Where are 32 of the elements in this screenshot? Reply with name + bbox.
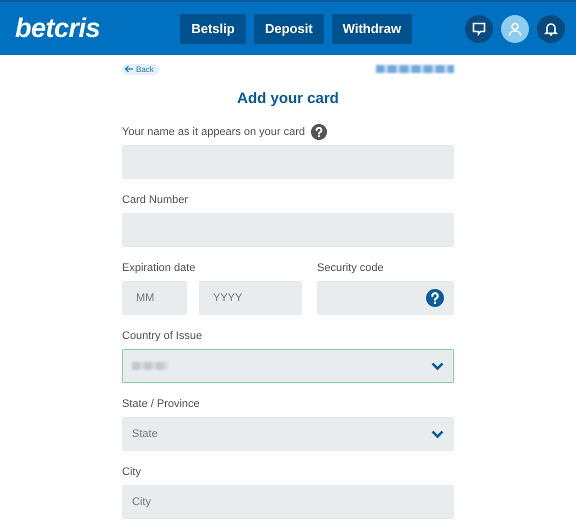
input-field[interactable] — [122, 145, 454, 179]
arrow-left-icon — [124, 65, 134, 73]
input-field[interactable]: YYYY — [199, 281, 302, 315]
logo[interactable]: betcris — [15, 13, 180, 44]
field-label: Your name as it appears on your card — [122, 126, 306, 138]
field-label: Card Number — [122, 194, 188, 206]
bell-icon — [544, 22, 558, 36]
field-label: Expiration date — [122, 262, 196, 274]
help-icon[interactable] — [426, 289, 444, 307]
input-field[interactable]: City — [122, 485, 454, 519]
field-label: Security code — [317, 262, 384, 274]
field-label: State / Province — [122, 398, 200, 410]
select-field[interactable] — [122, 349, 454, 383]
header-icon-button[interactable] — [465, 14, 493, 42]
header-icon-button[interactable] — [501, 14, 529, 42]
header-icon-button[interactable] — [537, 14, 565, 42]
back-button[interactable]: Back — [122, 64, 159, 74]
chevron-down-icon — [431, 430, 444, 438]
field-label: Country of Issue — [122, 330, 202, 342]
page-title: Add your card — [236, 90, 340, 107]
select-field[interactable]: State — [122, 417, 454, 451]
field-label: City — [122, 466, 141, 478]
help-icon[interactable] — [311, 124, 328, 140]
input-field[interactable] — [317, 281, 454, 315]
input-field[interactable] — [122, 213, 454, 247]
header-button[interactable]: Withdraw — [332, 14, 412, 44]
header-button[interactable]: Betslip — [180, 14, 246, 44]
chat-icon — [472, 22, 486, 36]
header-button[interactable]: Deposit — [254, 14, 324, 44]
chevron-down-icon — [431, 362, 444, 370]
user-icon — [508, 22, 522, 36]
input-field[interactable]: MM — [122, 281, 187, 315]
